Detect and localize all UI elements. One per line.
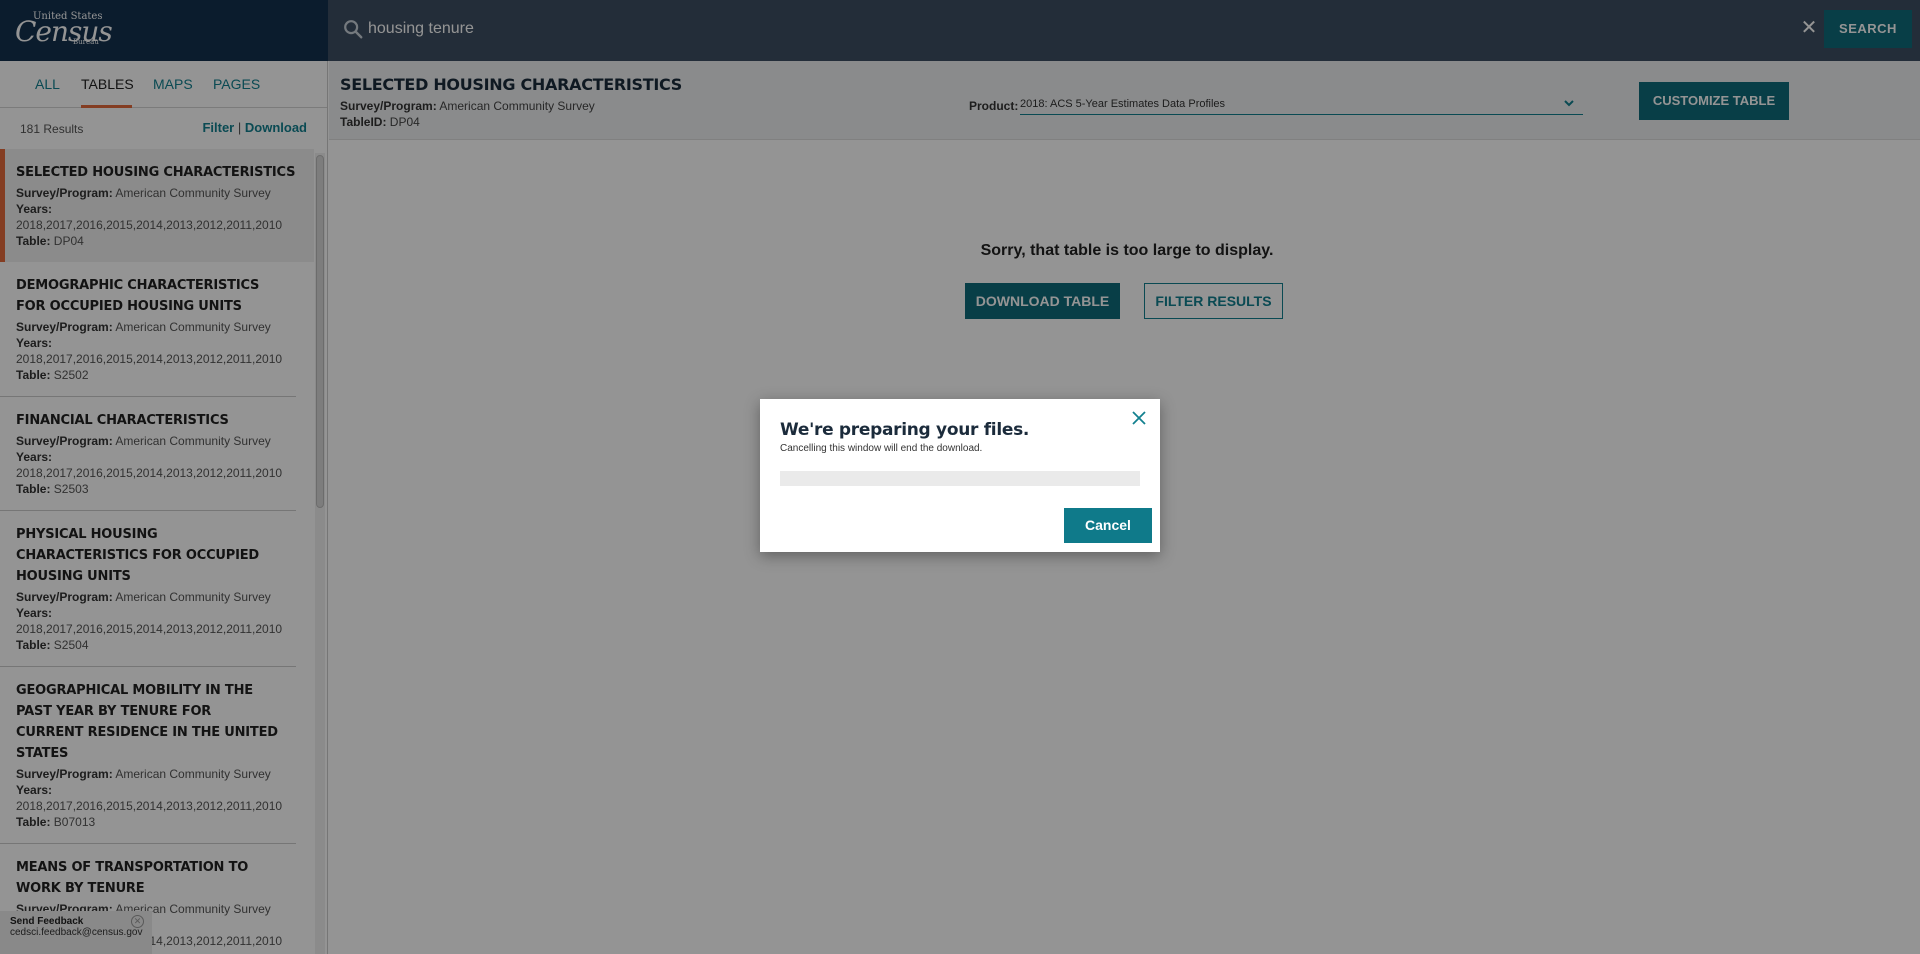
download-modal: We're preparing your files. Cancelling t… — [760, 399, 1160, 552]
modal-subtitle: Cancelling this window will end the down… — [780, 443, 983, 454]
cancel-button[interactable]: Cancel — [1064, 508, 1152, 543]
download-progress-bar — [780, 471, 1140, 486]
modal-title: We're preparing your files. — [780, 420, 1030, 440]
close-icon[interactable] — [1129, 408, 1149, 428]
